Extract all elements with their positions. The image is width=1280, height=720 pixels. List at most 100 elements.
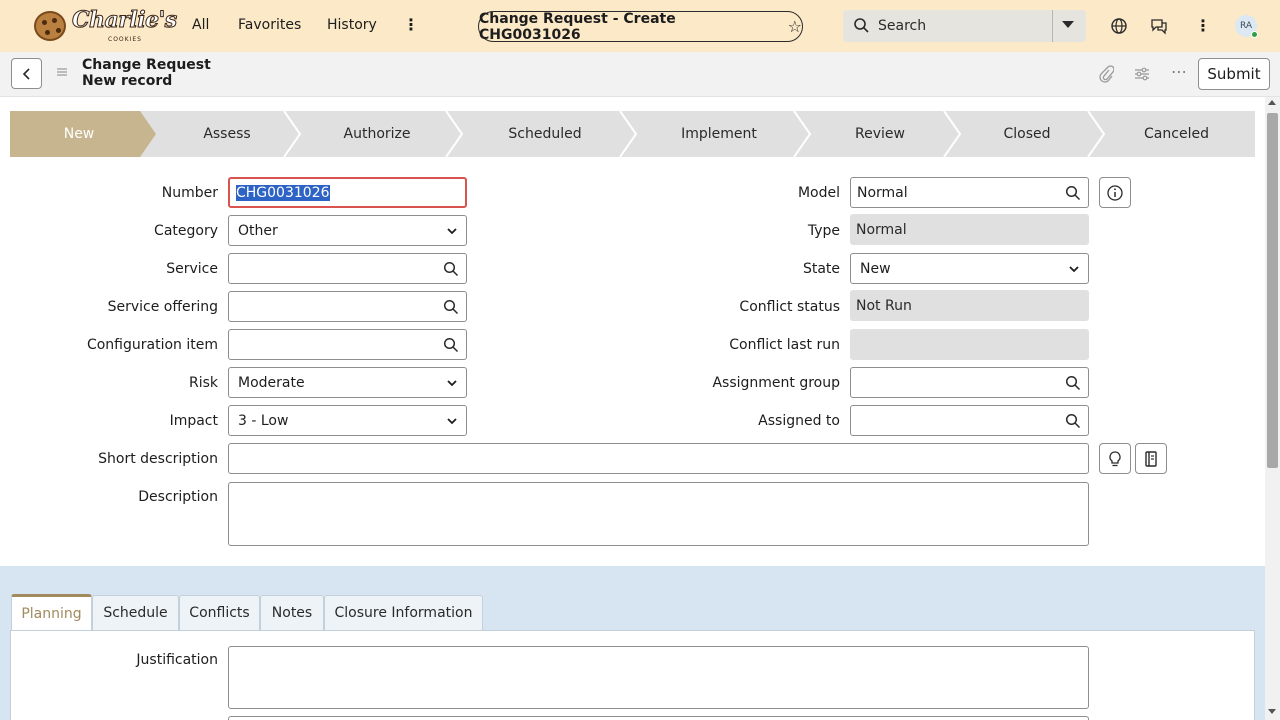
tab-planning[interactable]: Planning xyxy=(11,594,92,630)
service-input[interactable] xyxy=(228,253,436,284)
paperclip-icon[interactable] xyxy=(1098,65,1114,83)
presence-indicator xyxy=(1251,31,1258,38)
configuration-item-label: Configuration item xyxy=(86,337,218,353)
risk-value: Moderate xyxy=(238,374,305,391)
chevron-down-icon xyxy=(447,228,457,235)
short-description-input[interactable] xyxy=(228,443,1089,474)
record-heading: Change Request New record xyxy=(82,57,211,89)
chat-icon[interactable] xyxy=(1150,17,1168,35)
more-menu-icon[interactable]: ⋮ xyxy=(403,17,419,33)
justification-label: Justification xyxy=(136,652,218,668)
flow-step-assess: Assess xyxy=(203,126,251,142)
configuration-item-lookup-button[interactable] xyxy=(435,329,467,360)
scroll-down-arrow-icon[interactable] xyxy=(1268,709,1276,714)
next-field-edge[interactable] xyxy=(228,716,1089,720)
brand-subtitle: COOKIES xyxy=(108,36,142,43)
assigned-to-input[interactable] xyxy=(850,405,1058,436)
global-search[interactable]: Search xyxy=(843,10,1086,42)
service-lookup-button[interactable] xyxy=(435,253,467,284)
knowledge-button[interactable] xyxy=(1135,443,1167,474)
model-input[interactable] xyxy=(850,177,1058,208)
top-banner: Charlie's COOKIES All Favorites History … xyxy=(0,0,1280,52)
service-offering-input[interactable] xyxy=(228,291,436,322)
category-select[interactable]: Other xyxy=(228,215,467,246)
record-title: Change Request - Create CHG0031026 xyxy=(479,10,676,43)
flow-step-closed: Closed xyxy=(1003,126,1051,142)
impact-label: Impact xyxy=(169,413,218,429)
back-button[interactable] xyxy=(11,58,42,89)
tab-schedule[interactable]: Schedule xyxy=(92,595,179,630)
state-value: New xyxy=(860,260,891,277)
search-icon xyxy=(1065,185,1080,200)
search-icon xyxy=(854,18,869,33)
scroll-up-arrow-icon[interactable] xyxy=(1268,100,1276,105)
chevron-left-icon xyxy=(22,67,30,80)
suggestion-button[interactable] xyxy=(1099,443,1131,474)
record-title-pill[interactable]: Change Request - Create CHG0031026 ☆ xyxy=(478,10,803,43)
model-lookup-button[interactable] xyxy=(1057,177,1089,208)
assigned-to-label: Assigned to xyxy=(758,413,840,429)
service-offering-lookup-button[interactable] xyxy=(435,291,467,322)
nav-favorites[interactable]: Favorites xyxy=(238,17,301,33)
search-icon xyxy=(443,261,458,276)
search-icon xyxy=(443,299,458,314)
search-scope-caret-icon[interactable] xyxy=(1062,21,1074,28)
scrollbar-thumb[interactable] xyxy=(1267,113,1278,468)
flow-separator xyxy=(1087,111,1106,157)
settings-sliders-icon[interactable] xyxy=(1133,65,1151,83)
type-label: Type xyxy=(807,223,840,239)
flow-separator xyxy=(283,111,302,157)
more-actions-icon[interactable]: ⋯ xyxy=(1171,62,1187,81)
brand-logo[interactable]: Charlie's COOKIES xyxy=(34,7,178,43)
model-info-button[interactable] xyxy=(1099,177,1131,208)
description-textarea[interactable] xyxy=(228,482,1089,546)
nav-history[interactable]: History xyxy=(327,17,377,33)
nav-all[interactable]: All xyxy=(192,17,209,33)
flow-step-review: Review xyxy=(855,126,905,142)
conflict-status-label: Conflict status xyxy=(739,299,840,315)
impact-select[interactable]: 3 - Low xyxy=(228,405,467,436)
brand-name: Charlie's xyxy=(72,7,178,34)
avatar[interactable]: RA xyxy=(1235,15,1258,38)
justification-textarea[interactable] xyxy=(228,646,1089,709)
chevron-down-icon xyxy=(1069,266,1079,273)
flow-separator xyxy=(619,111,638,157)
risk-select[interactable]: Moderate xyxy=(228,367,467,398)
configuration-item-input[interactable] xyxy=(228,329,436,360)
flow-separator xyxy=(793,111,812,157)
search-placeholder: Search xyxy=(878,18,927,34)
chevron-down-icon xyxy=(447,380,457,387)
info-icon xyxy=(1107,184,1123,201)
assignment-group-input[interactable] xyxy=(850,367,1058,398)
conflict-last-run-label: Conflict last run xyxy=(729,337,840,353)
star-icon[interactable]: ☆ xyxy=(788,17,802,36)
type-readonly-field: Normal xyxy=(850,214,1089,245)
state-label: State xyxy=(802,261,840,277)
globe-icon[interactable] xyxy=(1110,17,1128,35)
tab-notes[interactable]: Notes xyxy=(260,595,324,630)
cookie-icon xyxy=(34,11,66,41)
tab-conflicts[interactable]: Conflicts xyxy=(179,595,260,630)
number-field[interactable]: CHG0031026 xyxy=(228,177,467,208)
conflict-status-readonly-field: Not Run xyxy=(850,290,1089,321)
tab-closure-information[interactable]: Closure Information xyxy=(324,595,483,630)
avatar-initials: RA xyxy=(1239,21,1253,31)
flow-step-canceled: Canceled xyxy=(1144,126,1209,142)
assignment-group-lookup-button[interactable] xyxy=(1057,367,1089,398)
user-menu-more-icon[interactable]: ⋮ xyxy=(1195,18,1211,34)
assigned-to-lookup-button[interactable] xyxy=(1057,405,1089,436)
submit-button[interactable]: Submit xyxy=(1198,58,1270,90)
search-icon xyxy=(443,337,458,352)
flow-separator xyxy=(943,111,962,157)
flow-step-new: New xyxy=(10,111,156,157)
conflict-last-run-readonly-field xyxy=(850,329,1089,360)
assignment-group-label: Assignment group xyxy=(712,375,840,391)
chevron-down-icon xyxy=(447,418,457,425)
flow-step-scheduled: Scheduled xyxy=(508,126,582,142)
search-icon xyxy=(1065,375,1080,390)
state-select[interactable]: New xyxy=(850,253,1089,284)
search-divider xyxy=(1052,10,1053,42)
short-description-label: Short description xyxy=(98,451,218,467)
flow-separator xyxy=(445,111,464,157)
context-menu-icon[interactable] xyxy=(56,66,68,78)
